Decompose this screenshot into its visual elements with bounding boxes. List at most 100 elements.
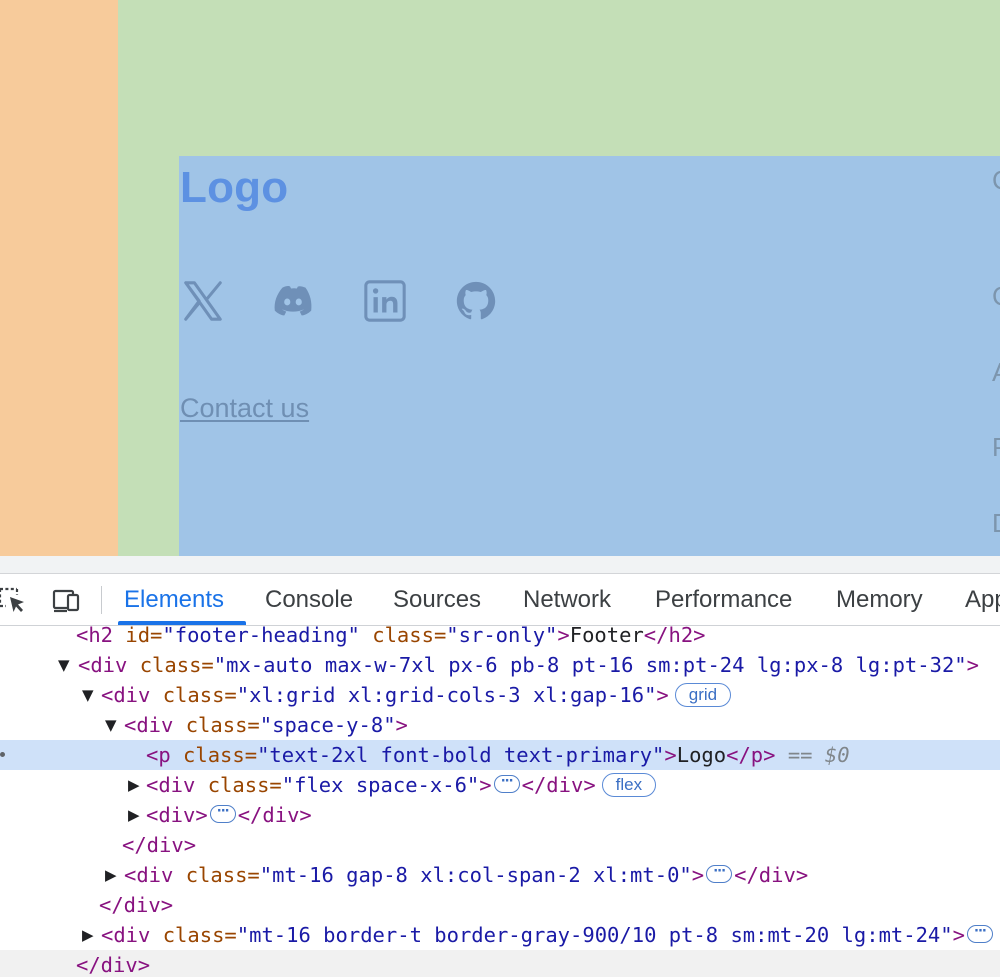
tag-close: </div>: [122, 833, 197, 857]
collapsed-triangle-icon[interactable]: ▶: [105, 860, 119, 890]
edge-text-fragment: D: [992, 508, 1000, 539]
tab-sources[interactable]: Sources: [393, 586, 481, 614]
tab-memory[interactable]: Memory: [836, 586, 923, 614]
tag-open: <div: [146, 773, 196, 797]
tag-bracket: >: [395, 713, 408, 737]
grid-badge[interactable]: grid: [674, 683, 732, 707]
tag-close: </div>: [237, 803, 312, 827]
edge-text-fragment: C: [992, 281, 1000, 312]
toolbar-divider: [101, 586, 102, 614]
collapsed-triangle-icon[interactable]: ▶: [82, 920, 96, 950]
edge-text-fragment: P: [992, 432, 1000, 463]
attr-value: "mt-16 border-t border-gray-900/10 pt-8 …: [236, 923, 953, 947]
edge-text-fragment: A: [992, 357, 1000, 388]
node-text: Footer: [569, 623, 644, 647]
dom-node-row[interactable]: </div>: [0, 830, 1000, 860]
ellipsis-expand-icon[interactable]: ···: [209, 805, 236, 823]
tag-bracket: >: [691, 863, 705, 887]
devtools-toolbar: Elements Console Sources Network Perform…: [0, 574, 1000, 626]
attr-name: class=: [162, 683, 237, 707]
expand-triangle-icon[interactable]: ▼: [82, 680, 96, 710]
dom-node-row[interactable]: ▼ <div class="space-y-8">: [0, 710, 1000, 740]
tag-open: <h2: [76, 623, 114, 647]
tag-bracket: >: [656, 683, 669, 707]
tag-close: </div>: [521, 773, 596, 797]
attr-name: class=: [185, 863, 260, 887]
tag-open: <div: [124, 713, 174, 737]
expand-triangle-icon[interactable]: ▼: [105, 710, 119, 740]
dom-node-row[interactable]: ▶ <div class="mt-16 gap-8 xl:col-span-2 …: [0, 860, 1000, 890]
attr-value: "footer-heading": [162, 623, 360, 647]
node-text: Logo: [676, 743, 727, 767]
tag-bracket: >: [952, 923, 965, 947]
dom-node-row[interactable]: <h2 id="footer-heading" class="sr-only">…: [0, 620, 1000, 650]
attr-name: class=: [372, 623, 447, 647]
attr-name: class=: [207, 773, 282, 797]
tag-open: <div: [124, 863, 174, 887]
dom-node-row[interactable]: ▼ <div class="mx-auto max-w-7xl px-6 pb-…: [0, 650, 1000, 680]
discord-icon[interactable]: [269, 277, 317, 325]
dom-node-row[interactable]: ▼ <div class="xl:grid xl:grid-cols-3 xl:…: [0, 680, 1000, 710]
dom-node-row[interactable]: ▶ <div class="flex space-x-6"> ··· </div> f…: [0, 770, 1000, 800]
github-icon[interactable]: [452, 277, 500, 325]
ellipsis-expand-icon[interactable]: ···: [493, 775, 520, 793]
tag-open: <div>: [146, 803, 208, 827]
tag-open: <div: [101, 923, 151, 947]
x-icon[interactable]: [179, 277, 227, 325]
attr-name: class=: [162, 923, 237, 947]
tag-bracket: >: [479, 773, 492, 797]
attr-name: class=: [139, 653, 214, 677]
tag-close: </div>: [99, 893, 174, 917]
edge-text-fragment: C: [992, 165, 1000, 196]
tag-close: </h2>: [643, 623, 706, 647]
selection-dot: [0, 752, 5, 757]
selected-node-marker: == $0: [787, 743, 850, 767]
attr-value: "space-y-8": [259, 713, 396, 737]
contact-us-link[interactable]: Contact us: [180, 393, 309, 424]
attr-value: "text-2xl font-bold text-primary": [257, 743, 665, 767]
tag-open: <div: [101, 683, 151, 707]
tab-performance[interactable]: Performance: [655, 586, 792, 614]
dom-node-row[interactable]: ▶ <div> ··· </div>: [0, 800, 1000, 830]
tag-close: </p>: [726, 743, 776, 767]
dom-node-row[interactable]: </div>: [0, 890, 1000, 920]
inspect-element-icon[interactable]: [0, 584, 28, 616]
attr-value: "flex space-x-6": [281, 773, 480, 797]
attr-value: "mx-auto max-w-7xl px-6 pb-8 pt-16 sm:pt…: [213, 653, 967, 677]
flex-badge[interactable]: flex: [601, 773, 657, 797]
ellipsis-expand-icon[interactable]: ···: [706, 865, 733, 883]
tag-close: </div>: [76, 953, 151, 977]
linkedin-icon[interactable]: [361, 277, 409, 325]
tab-console[interactable]: Console: [265, 586, 353, 614]
footer-logo[interactable]: Logo: [180, 163, 288, 213]
padding-overlay: [118, 0, 1000, 156]
page-viewport: Logo Contact us C C A P D: [0, 0, 1000, 556]
attr-value: "mt-16 gap-8 xl:col-span-2 xl:mt-0": [259, 863, 692, 887]
dom-node-row[interactable]: </div>: [0, 950, 1000, 977]
attr-name: id=: [125, 623, 163, 647]
dom-node-row[interactable]: ▶ <div class="mt-16 border-t border-gray…: [0, 920, 1000, 950]
content-overlay: [179, 156, 1000, 556]
ellipsis-expand-icon[interactable]: ···: [966, 925, 993, 943]
expand-triangle-icon[interactable]: ▼: [58, 650, 72, 680]
attr-value: "xl:grid xl:grid-cols-3 xl:gap-16": [236, 683, 657, 707]
collapsed-triangle-icon[interactable]: ▶: [128, 800, 142, 830]
margin-overlay: [0, 0, 118, 556]
tag-open: <p: [146, 743, 171, 767]
attr-value: "sr-only": [446, 623, 558, 647]
collapsed-triangle-icon[interactable]: ▶: [128, 770, 142, 800]
elements-tree: <h2 id="footer-heading" class="sr-only">…: [0, 623, 1000, 977]
device-toolbar-icon[interactable]: [50, 584, 82, 616]
attr-name: class=: [185, 713, 260, 737]
tag-bracket: >: [664, 743, 677, 767]
dom-node-row-selected[interactable]: <p class="text-2xl font-bold text-primar…: [0, 740, 1000, 770]
devtools-panel: Elements Console Sources Network Perform…: [0, 556, 1000, 977]
tab-elements[interactable]: Elements: [124, 586, 224, 614]
tag-close: </div>: [734, 863, 809, 887]
attr-name: class=: [183, 743, 258, 767]
tab-application[interactable]: Application: [965, 586, 1000, 614]
tag-bracket: >: [557, 623, 570, 647]
tab-network[interactable]: Network: [523, 586, 611, 614]
devtools-resize-bar[interactable]: [0, 556, 1000, 574]
tag-open: <div: [78, 653, 128, 677]
